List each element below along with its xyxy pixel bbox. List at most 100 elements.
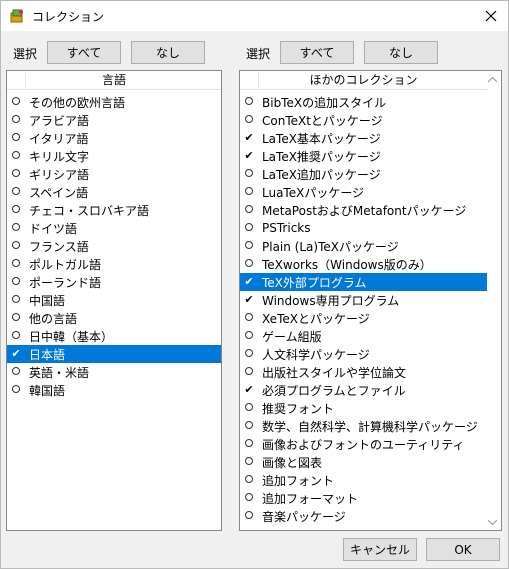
unchecked-circle-icon[interactable] [240, 93, 258, 111]
cancel-button[interactable]: キャンセル [343, 538, 417, 561]
checkmark-icon[interactable]: ✔ [7, 345, 25, 363]
unchecked-circle-icon[interactable] [240, 363, 258, 381]
language-list-header[interactable]: 言語 [7, 71, 221, 90]
collection-item[interactable]: ✔ LaTeX基本パッケージ [240, 129, 487, 147]
unchecked-circle-icon[interactable] [240, 237, 258, 255]
language-item[interactable]: フランス語 [7, 237, 221, 255]
right-select-all-button[interactable]: すべて [280, 41, 354, 64]
collection-item[interactable]: LuaTeXパッケージ [240, 183, 487, 201]
unchecked-circle-icon[interactable] [7, 309, 25, 327]
collection-item[interactable]: 画像およびフォントのユーティリティ [240, 435, 487, 453]
unchecked-circle-icon[interactable] [7, 147, 25, 165]
unchecked-circle-icon[interactable] [240, 399, 258, 417]
unchecked-circle-icon[interactable] [240, 165, 258, 183]
unchecked-circle-icon[interactable] [7, 165, 25, 183]
unchecked-circle-icon[interactable] [7, 327, 25, 345]
ok-button[interactable]: OK [426, 538, 500, 561]
language-item[interactable]: 日中韓（基本） [7, 327, 221, 345]
checkmark-icon[interactable]: ✔ [240, 129, 258, 147]
language-item[interactable]: スペイン語 [7, 183, 221, 201]
unchecked-circle-icon[interactable] [7, 183, 25, 201]
right-select-none-button[interactable]: なし [364, 41, 438, 64]
checkmark-icon[interactable]: ✔ [240, 147, 258, 165]
language-item[interactable]: ✔ 日本語 [7, 345, 221, 363]
language-item-label: 英語・米語 [29, 365, 90, 380]
collection-item[interactable]: 数学、自然科学、計算機科学パッケージ [240, 417, 487, 435]
unchecked-circle-icon[interactable] [240, 309, 258, 327]
collection-list-header[interactable]: ほかのコレクション [240, 71, 487, 90]
collection-item[interactable]: 音楽パッケージ [240, 507, 487, 525]
language-item[interactable]: 他の言語 [7, 309, 221, 327]
collection-item[interactable]: 追加フォーマット [240, 489, 487, 507]
left-select-none-button[interactable]: なし [131, 41, 205, 64]
language-item[interactable]: イタリア語 [7, 129, 221, 147]
language-item[interactable]: その他の欧州言語 [7, 93, 221, 111]
collection-item[interactable]: 人文科学パッケージ [240, 345, 487, 363]
unchecked-circle-icon[interactable] [240, 219, 258, 237]
language-item[interactable]: ドイツ語 [7, 219, 221, 237]
checkmark-icon[interactable]: ✔ [240, 381, 258, 399]
collection-item[interactable]: ConTeXtとパッケージ [240, 111, 487, 129]
unchecked-circle-icon[interactable] [240, 489, 258, 507]
unchecked-circle-icon[interactable] [240, 327, 258, 345]
collection-item[interactable]: ✔ TeX外部プログラム [240, 273, 487, 291]
unchecked-circle-icon[interactable] [240, 255, 258, 273]
collection-item[interactable]: ゲーム組版 [240, 327, 487, 345]
scroll-down-arrow-icon[interactable] [487, 516, 498, 527]
collection-item[interactable]: 画像と図表 [240, 453, 487, 471]
unchecked-circle-icon[interactable] [7, 237, 25, 255]
language-item[interactable]: ポルトガル語 [7, 255, 221, 273]
collection-list[interactable]: ほかのコレクション BibTeXの追加スタイル ConTeXtとパッケージ ✔ LaT… [239, 70, 502, 531]
unchecked-circle-icon[interactable] [240, 417, 258, 435]
collection-item[interactable]: 追加フォント [240, 471, 487, 489]
unchecked-circle-icon[interactable] [240, 111, 258, 129]
unchecked-circle-icon[interactable] [240, 453, 258, 471]
app-icon [10, 9, 25, 23]
left-select-all-button[interactable]: すべて [47, 41, 121, 64]
language-item-label: 日本語 [29, 347, 66, 362]
right-select-label: 選択 [246, 47, 271, 61]
language-list[interactable]: 言語 その他の欧州言語 アラビア語 イタリア語 キリル文字 ギリシア語 スペイン語 チェコ・… [6, 70, 222, 531]
collection-item[interactable]: Plain (La)TeXパッケージ [240, 237, 487, 255]
unchecked-circle-icon[interactable] [7, 111, 25, 129]
language-item[interactable]: 英語・米語 [7, 363, 221, 381]
collection-item[interactable]: MetaPostおよびMetafontパッケージ [240, 201, 487, 219]
collection-item[interactable]: BibTeXの追加スタイル [240, 93, 487, 111]
unchecked-circle-icon[interactable] [7, 273, 25, 291]
unchecked-circle-icon[interactable] [7, 129, 25, 147]
checkmark-icon[interactable]: ✔ [240, 273, 258, 291]
unchecked-circle-icon[interactable] [240, 471, 258, 489]
collection-item[interactable]: XeTeXとパッケージ [240, 309, 487, 327]
unchecked-circle-icon[interactable] [7, 219, 25, 237]
unchecked-circle-icon[interactable] [7, 201, 25, 219]
collection-item[interactable]: 推奨フォント [240, 399, 487, 417]
language-item[interactable]: キリル文字 [7, 147, 221, 165]
unchecked-circle-icon[interactable] [7, 381, 25, 399]
unchecked-circle-icon[interactable] [240, 507, 258, 525]
language-item[interactable]: ギリシア語 [7, 165, 221, 183]
unchecked-circle-icon[interactable] [240, 345, 258, 363]
language-item[interactable]: ポーランド語 [7, 273, 221, 291]
collection-item[interactable]: ✔ Windows専用プログラム [240, 291, 487, 309]
unchecked-circle-icon[interactable] [7, 93, 25, 111]
collection-item[interactable]: PSTricks [240, 219, 487, 237]
unchecked-circle-icon[interactable] [7, 363, 25, 381]
checkmark-icon[interactable]: ✔ [240, 291, 258, 309]
collection-item[interactable]: LaTeX追加パッケージ [240, 165, 487, 183]
collection-item[interactable]: TeXworks（Windows版のみ） [240, 255, 487, 273]
language-item[interactable]: アラビア語 [7, 111, 221, 129]
language-item[interactable]: チェコ・スロバキア語 [7, 201, 221, 219]
collection-item[interactable]: ✔ 必須プログラムとファイル [240, 381, 487, 399]
collection-item[interactable]: 出版社スタイルや学位論文 [240, 363, 487, 381]
language-item[interactable]: 韓国語 [7, 381, 221, 399]
unchecked-circle-icon[interactable] [7, 255, 25, 273]
unchecked-circle-icon[interactable] [240, 183, 258, 201]
scroll-up-arrow-icon[interactable] [487, 74, 498, 85]
collection-item-label: ゲーム組版 [262, 329, 322, 344]
language-item[interactable]: 中国語 [7, 291, 221, 309]
unchecked-circle-icon[interactable] [7, 291, 25, 309]
unchecked-circle-icon[interactable] [240, 435, 258, 453]
unchecked-circle-icon[interactable] [240, 201, 258, 219]
collection-item[interactable]: ✔ LaTeX推奨パッケージ [240, 147, 487, 165]
close-icon[interactable] [480, 5, 502, 27]
